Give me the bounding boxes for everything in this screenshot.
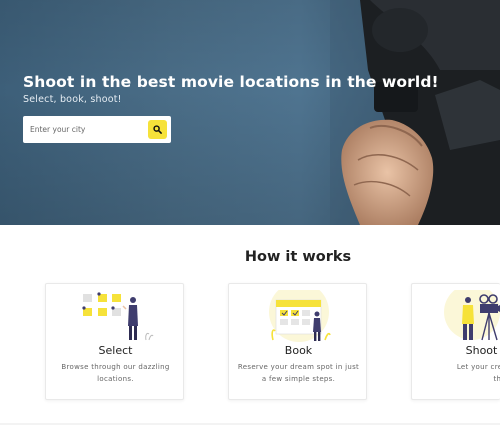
city-search-box [23,116,171,143]
step-card-select: Select Browse through our dazzling locat… [45,283,184,400]
step-card-book: Book Reserve your dream spot in just a f… [228,283,367,400]
step-card-shoot: Shoot Let your creative ge the stage! [411,283,500,400]
calendar-illustration [269,290,331,342]
step-title-select: Select [98,344,133,357]
search-icon [153,125,162,134]
hero-subtitle: Select, book, shoot! [23,94,122,105]
city-search-input[interactable] [23,116,141,143]
step-desc-shoot: Let your creative ge the stage! [456,363,500,383]
search-button[interactable] [148,120,167,139]
hero-banner: Shoot in the best movie locations in the… [0,0,500,225]
step-title-shoot: Shoot [465,344,498,357]
how-it-works-title: How it works [244,249,352,265]
hero-title: Shoot in the best movie locations in the… [23,73,439,91]
step-title-book: Book [284,344,313,357]
step-desc-select: Browse through our dazzling locations. [61,363,170,383]
camera-operator-photo [330,0,500,225]
film-camera-illustration [444,290,500,341]
select-illustration [82,292,154,341]
step-desc-book: Reserve your dream spot in just a few si… [237,363,360,383]
